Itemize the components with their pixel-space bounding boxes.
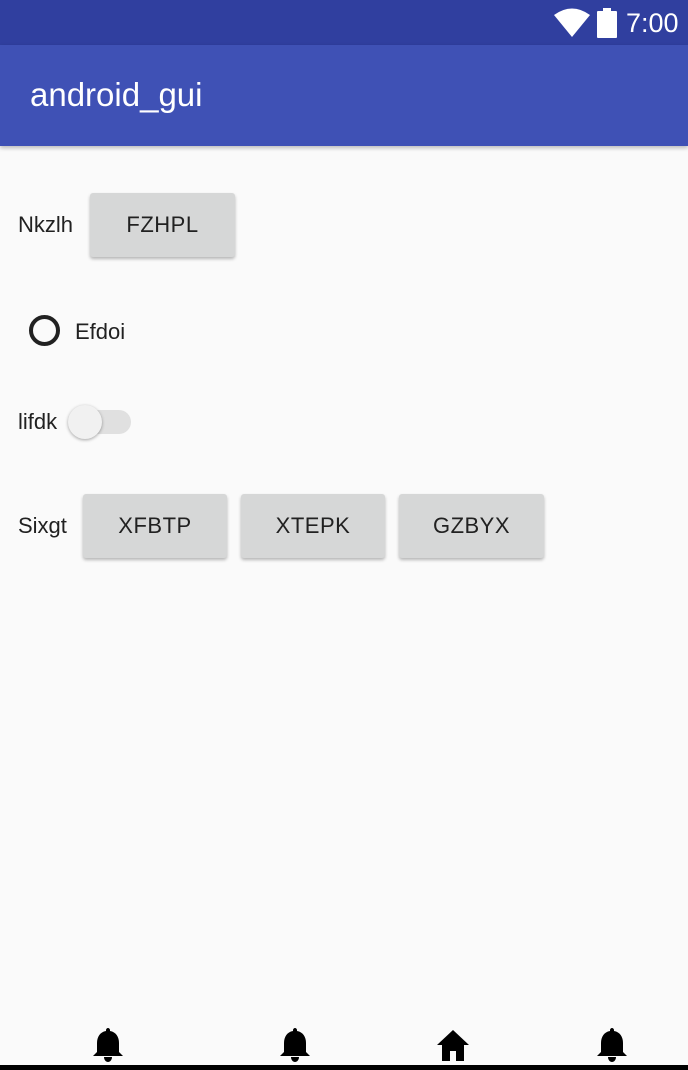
row4-label: Sixgt (18, 513, 67, 538)
bell-icon[interactable] (278, 1026, 312, 1062)
bell-icon[interactable] (91, 1026, 125, 1062)
switch-label: lifdk (18, 409, 58, 434)
battery-icon (597, 8, 617, 38)
home-icon[interactable] (436, 1026, 470, 1062)
switch-thumb[interactable] (68, 405, 102, 439)
xtepk-button[interactable]: XTEPK (241, 494, 385, 558)
status-time: 7:00 (626, 8, 679, 38)
bottom-nav (0, 1020, 688, 1070)
app-title: android_gui (30, 76, 203, 113)
wifi-icon (554, 8, 590, 37)
status-bar: 7:00 (0, 0, 688, 45)
row1-label: Nkzlh (18, 212, 74, 237)
app-bar: android_gui (0, 45, 688, 146)
radio-label[interactable]: Efdoi (75, 318, 125, 346)
gzbyx-button[interactable]: GZBYX (399, 494, 544, 558)
fzhpl-button[interactable]: FZHPL (90, 193, 235, 257)
bottom-divider (0, 1065, 688, 1070)
efdoi-radio[interactable] (29, 315, 60, 346)
bell-icon[interactable] (595, 1026, 629, 1062)
xfbtp-button[interactable]: XFBTP (83, 494, 227, 558)
